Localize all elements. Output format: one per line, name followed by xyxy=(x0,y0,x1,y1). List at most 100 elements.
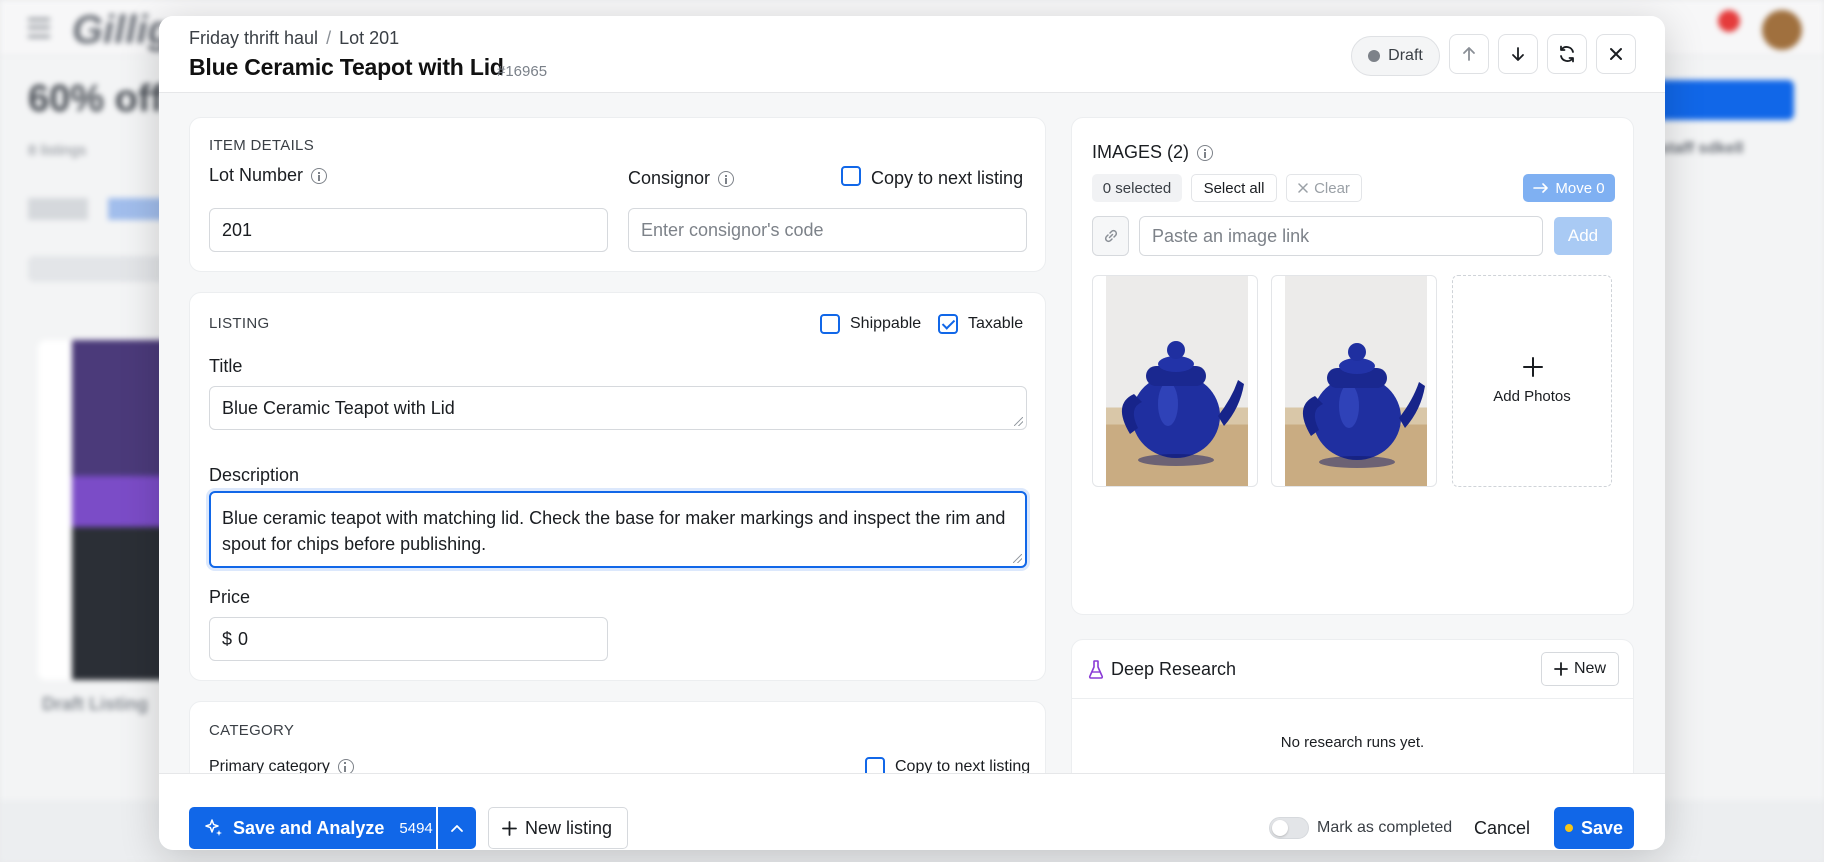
taxable-checkbox[interactable] xyxy=(938,314,958,334)
description-label: Description xyxy=(209,465,300,485)
background-card-label: Draft Listing xyxy=(42,694,148,714)
link-icon xyxy=(1104,229,1117,243)
price-input[interactable]: $ 0 xyxy=(209,617,608,661)
listing-panel: LISTING Shippable Taxable Title Blue Cer… xyxy=(189,292,1046,681)
unsaved-dot-icon xyxy=(1564,824,1573,832)
add-link-button[interactable]: Add xyxy=(1554,217,1612,255)
save-and-analyze-count: 5494 xyxy=(399,819,433,837)
category-heading: CATEGORY xyxy=(209,722,295,739)
deep-research-title: Deep Research xyxy=(1111,659,1237,679)
selected-count: 0 selected xyxy=(1092,174,1182,202)
save-and-analyze-label: Save and Analyze xyxy=(233,817,385,838)
copy-consignor-label[interactable]: Copy to next listing xyxy=(871,168,1023,189)
title-label: Title xyxy=(209,356,243,376)
listing-id: #16965 xyxy=(497,63,548,80)
consignor-label: Consignor xyxy=(628,168,735,189)
status-dot-icon xyxy=(1368,50,1381,62)
info-icon[interactable] xyxy=(311,168,328,185)
arrow-up-icon xyxy=(1463,47,1475,61)
chevron-up-icon xyxy=(451,825,463,832)
arrow-down-icon xyxy=(1512,47,1524,61)
description-textarea-value: Blue ceramic teapot with matching lid. C… xyxy=(222,508,1006,554)
teapot-image xyxy=(1302,343,1425,468)
sparkles-icon xyxy=(205,819,222,836)
images-heading: IMAGES (2) xyxy=(1092,142,1214,163)
refresh-button[interactable] xyxy=(1547,34,1587,74)
modal-header: Friday thrift haul / Lot 201 Blue Cerami… xyxy=(159,16,1665,93)
next-listing-button[interactable] xyxy=(1498,34,1538,74)
listing-heading: LISTING xyxy=(209,315,270,332)
lot-number-input[interactable]: 201 xyxy=(209,208,608,252)
new-research-button[interactable]: New xyxy=(1541,652,1619,686)
mark-completed-label[interactable]: Mark as completed xyxy=(1317,819,1452,837)
background-user-label: staff sdkell xyxy=(1660,140,1744,157)
new-research-label: New xyxy=(1573,660,1606,677)
arrow-right-icon xyxy=(1533,183,1549,193)
background-new-listing-button[interactable] xyxy=(1654,80,1794,120)
mark-completed-toggle[interactable] xyxy=(1269,817,1309,839)
save-options-toggle[interactable] xyxy=(438,807,476,849)
link-button[interactable] xyxy=(1092,216,1129,256)
close-button[interactable] xyxy=(1596,34,1636,74)
background-page-title: 60% off xyxy=(28,78,164,120)
new-listing-button[interactable]: New listing xyxy=(488,807,628,849)
price-currency: $ xyxy=(222,628,233,649)
shippable-label[interactable]: Shippable xyxy=(850,315,921,333)
flask-icon xyxy=(1088,660,1104,679)
image-tile[interactable] xyxy=(1092,275,1258,487)
clear-button[interactable]: Clear xyxy=(1286,174,1362,202)
resize-handle-icon[interactable] xyxy=(1013,554,1022,563)
modal-footer: Save and Analyze 5494 New listing Mark a… xyxy=(159,773,1665,850)
move-button[interactable]: Move 0 xyxy=(1523,174,1615,202)
listing-editor-modal: Friday thrift haul / Lot 201 Blue Cerami… xyxy=(159,16,1665,850)
item-details-heading: ITEM DETAILS xyxy=(209,137,315,154)
images-panel: IMAGES (2) 0 selected Select all Clear M… xyxy=(1071,117,1634,615)
lot-number-label-text: Lot Number xyxy=(209,165,304,185)
plus-icon xyxy=(1523,357,1543,377)
shippable-checkbox[interactable] xyxy=(820,314,840,334)
page-title: Blue Ceramic Teapot with Lid xyxy=(189,54,504,80)
info-icon[interactable] xyxy=(1197,145,1214,162)
item-details-panel: ITEM DETAILS Lot Number 201 Consignor Co… xyxy=(189,117,1046,272)
background-search-input[interactable] xyxy=(28,256,168,282)
move-button-label: Move 0 xyxy=(1555,179,1605,197)
lot-number-label: Lot Number xyxy=(209,165,328,186)
divider xyxy=(1072,698,1633,699)
consignor-input[interactable]: Enter consignor's code xyxy=(628,208,1027,252)
save-button[interactable]: Save xyxy=(1554,807,1634,849)
breadcrumb-parent[interactable]: Friday thrift haul xyxy=(189,28,318,49)
save-label: Save xyxy=(1580,817,1624,838)
clear-button-label: Clear xyxy=(1314,179,1350,197)
add-photos-tile[interactable]: Add Photos xyxy=(1452,275,1612,487)
close-icon xyxy=(1610,48,1622,60)
select-all-button[interactable]: Select all xyxy=(1191,174,1277,202)
previous-listing-button[interactable] xyxy=(1449,34,1489,74)
title-input-value: Blue Ceramic Teapot with Lid xyxy=(222,397,455,418)
image-tile[interactable] xyxy=(1271,275,1437,487)
price-label: Price xyxy=(209,587,251,607)
taxable-label[interactable]: Taxable xyxy=(968,315,1023,333)
avatar[interactable] xyxy=(1762,10,1802,50)
consignor-label-text: Consignor xyxy=(628,168,711,188)
images-heading-text: IMAGES (2) xyxy=(1092,142,1190,162)
teapot-photo xyxy=(1106,276,1248,486)
breadcrumb-current: Lot 201 xyxy=(339,28,400,48)
plus-icon xyxy=(502,820,517,836)
resize-handle-icon[interactable] xyxy=(1014,417,1023,426)
research-empty-state: No research runs yet. xyxy=(1280,734,1425,751)
app-logo: Gillig xyxy=(72,8,172,52)
info-icon[interactable] xyxy=(718,171,735,188)
status-badge[interactable]: Draft xyxy=(1351,36,1440,76)
add-photos-label: Add Photos xyxy=(1493,388,1571,405)
menu-icon[interactable] xyxy=(28,18,50,38)
image-link-input[interactable]: Paste an image link xyxy=(1139,216,1543,256)
title-input[interactable]: Blue Ceramic Teapot with Lid xyxy=(209,386,1027,430)
refresh-icon xyxy=(1560,45,1574,63)
close-icon xyxy=(1298,183,1308,193)
copy-consignor-checkbox[interactable] xyxy=(841,166,861,186)
notification-badge[interactable] xyxy=(1718,10,1740,32)
cancel-button[interactable]: Cancel xyxy=(1474,818,1530,839)
background-listing-count: 8 listings xyxy=(28,142,87,159)
save-and-analyze-button[interactable]: Save and Analyze 5494 xyxy=(189,807,436,849)
description-textarea[interactable]: Blue ceramic teapot with matching lid. C… xyxy=(209,491,1027,568)
